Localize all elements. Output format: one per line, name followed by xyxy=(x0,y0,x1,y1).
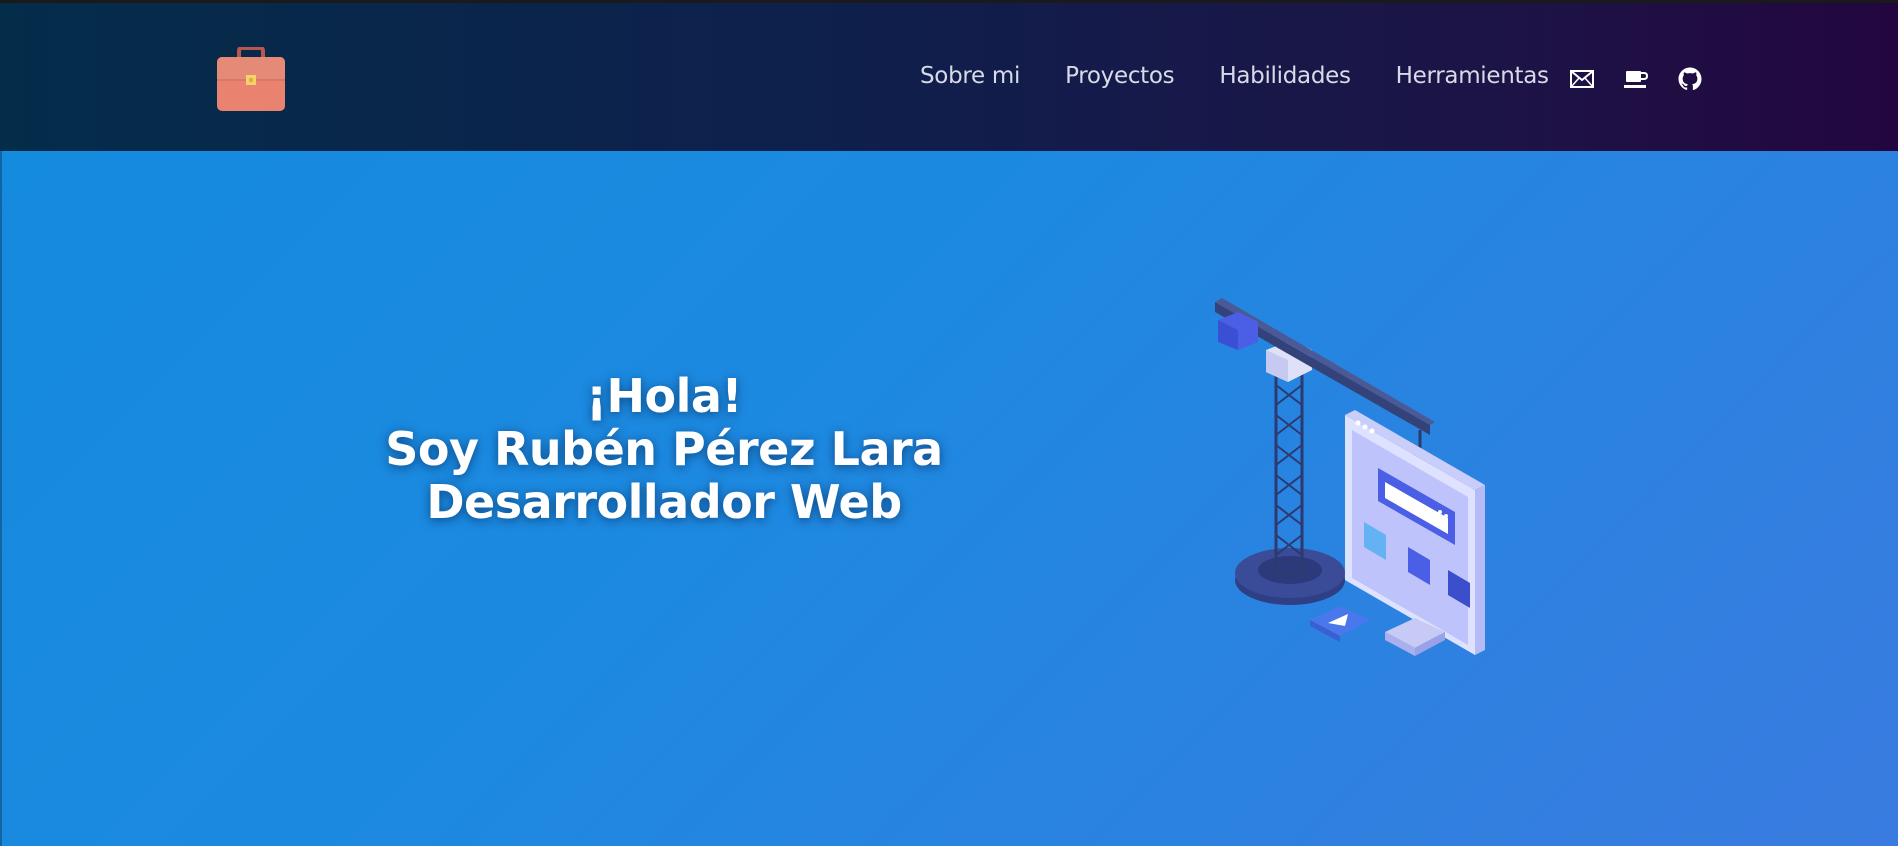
construction-crane-illustration xyxy=(1200,290,1540,680)
main-nav: Sobre mi Proyectos Habilidades Herramien… xyxy=(920,63,1549,89)
site-header: Sobre mi Proyectos Habilidades Herramien… xyxy=(0,0,1898,151)
briefcase-logo-icon[interactable] xyxy=(213,46,289,113)
nav-link-proyectos[interactable]: Proyectos xyxy=(1065,63,1175,89)
nav-link-habilidades[interactable]: Habilidades xyxy=(1219,63,1351,89)
nav-link-herramientas[interactable]: Herramientas xyxy=(1396,63,1549,89)
mail-icon[interactable] xyxy=(1568,65,1596,93)
hero-role: Desarrollador Web xyxy=(426,475,902,529)
coffee-icon[interactable] xyxy=(1622,65,1650,93)
left-edge-divider xyxy=(0,151,2,846)
social-icons xyxy=(1568,65,1704,93)
hero-headline: ¡Hola! Soy Rubén Pérez Lara Desarrollado… xyxy=(364,370,964,529)
hero-greeting: ¡Hola! xyxy=(586,369,742,423)
github-icon[interactable] xyxy=(1676,65,1704,93)
nav-link-sobre-mi[interactable]: Sobre mi xyxy=(920,63,1020,89)
hero-name: Soy Rubén Pérez Lara xyxy=(385,422,943,476)
page: Sobre mi Proyectos Habilidades Herramien… xyxy=(0,0,1898,846)
